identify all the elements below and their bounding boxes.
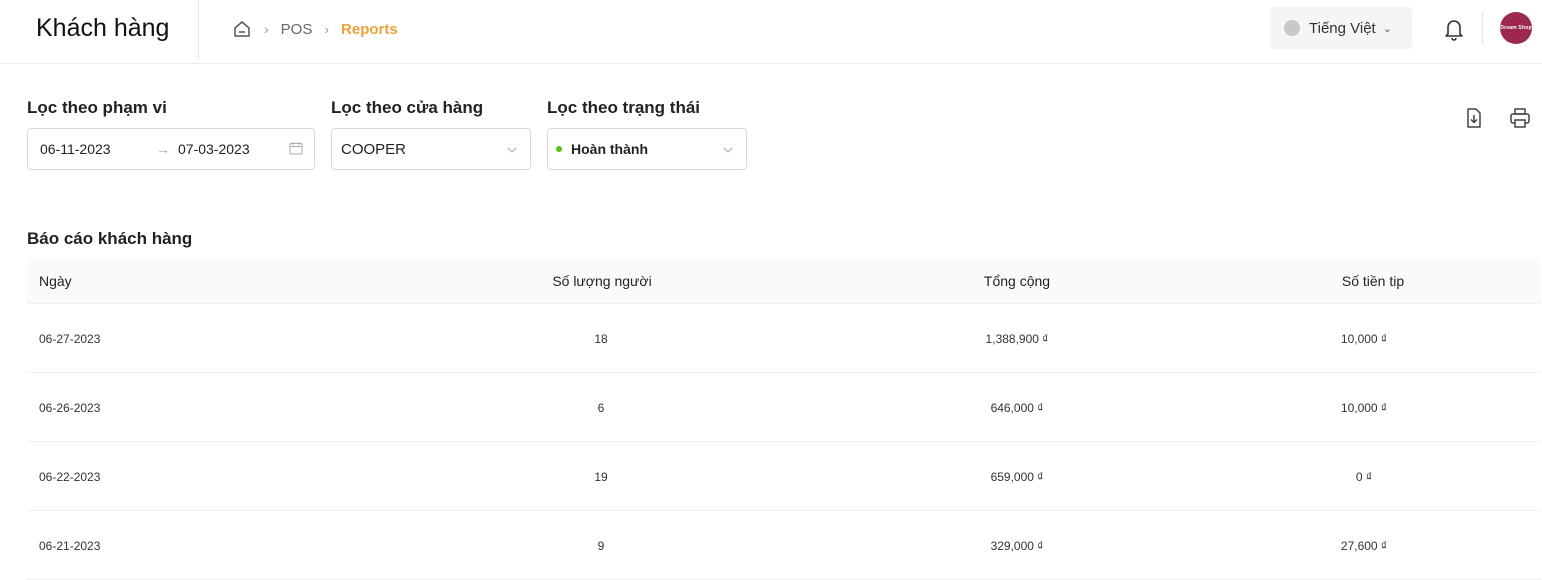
chevron-down-icon [722,143,734,155]
status-select[interactable]: Hoàn thành [547,128,747,170]
top-header: Khách hàng › POS › Reports Tiếng Việt ⌄ … [0,0,1542,64]
cell-people: 19 [594,470,608,484]
report-title: Báo cáo khách hàng [27,229,193,248]
cell-date: 06-26-2023 [39,401,101,415]
arrow-right-icon: → [156,141,170,157]
column-header-tip: Số tiền tip [1341,273,1405,289]
table-row: 06-27-2023 18 1,388,900 ₫ 10,000 ₫ [27,304,1541,373]
chevron-down-icon [506,143,518,155]
cell-date: 06-22-2023 [39,470,101,484]
file-download-icon[interactable] [1463,107,1485,129]
column-header-people: Số lượng người [552,273,652,289]
cell-total: 646,000 ₫ [990,401,1044,415]
column-header-date: Ngày [39,273,72,289]
filter-status-label: Lọc theo trạng thái [547,98,700,117]
bell-icon[interactable] [1442,16,1466,42]
date-range-picker[interactable]: 06-11-2023 → 07-03-2023 [27,128,315,170]
cell-date: 06-21-2023 [39,539,101,553]
cell-people: 9 [597,539,605,553]
chevron-right-icon: › [324,21,330,37]
avatar-text: Dream Shop [1500,25,1532,31]
cell-total: 329,000 ₫ [990,539,1044,553]
language-selector[interactable]: Tiếng Việt ⌄ [1270,7,1412,49]
chevron-right-icon: › [264,21,269,37]
header-divider [1482,12,1483,44]
avatar[interactable]: Dream Shop [1500,12,1532,44]
breadcrumb: › POS › Reports [232,18,398,40]
start-date-input[interactable]: 06-11-2023 [40,141,111,157]
breadcrumb-pos[interactable]: POS [281,21,313,38]
cell-people: 6 [597,401,605,415]
table-row: 06-21-2023 9 329,000 ₫ 27,600 ₫ [27,511,1541,580]
cell-tip: 0 ₫ [1355,470,1373,484]
language-flag-icon [1284,20,1300,36]
calendar-icon [289,141,303,155]
cell-tip: 27,600 ₫ [1340,539,1388,553]
filter-range-label: Lọc theo phạm vi [27,98,167,117]
chevron-down-icon: ⌄ [1382,22,1392,35]
printer-icon[interactable] [1509,107,1531,129]
breadcrumb-reports[interactable]: Reports [341,21,398,38]
column-header-total: Tổng cộng [983,273,1051,289]
home-icon[interactable] [232,19,252,39]
filter-store-label: Lọc theo cửa hàng [331,98,484,117]
cell-total: 659,000 ₫ [990,470,1044,484]
header-divider [198,0,199,60]
page-title: Khách hàng [36,14,170,42]
customer-report-table: Ngày Số lượng người Tổng cộng Số tiền ti… [27,258,1541,580]
cell-date: 06-27-2023 [39,332,101,346]
table-row: 06-26-2023 6 646,000 ₫ 10,000 ₫ [27,373,1541,442]
end-date-input[interactable]: 07-03-2023 [178,141,250,157]
status-dot-icon [556,146,562,152]
cell-tip: 10,000 ₫ [1340,401,1388,415]
cell-tip: 10,000 ₫ [1340,332,1388,346]
table-row: 06-22-2023 19 659,000 ₫ 0 ₫ [27,442,1541,511]
cell-people: 18 [594,332,608,346]
status-select-value: Hoàn thành [571,141,648,157]
table-header: Ngày Số lượng người Tổng cộng Số tiền ti… [27,258,1541,304]
store-select-value: COOPER [341,140,407,158]
store-select[interactable]: COOPER [331,128,531,170]
cell-total: 1,388,900 ₫ [985,332,1049,346]
language-label: Tiếng Việt [1309,19,1376,37]
